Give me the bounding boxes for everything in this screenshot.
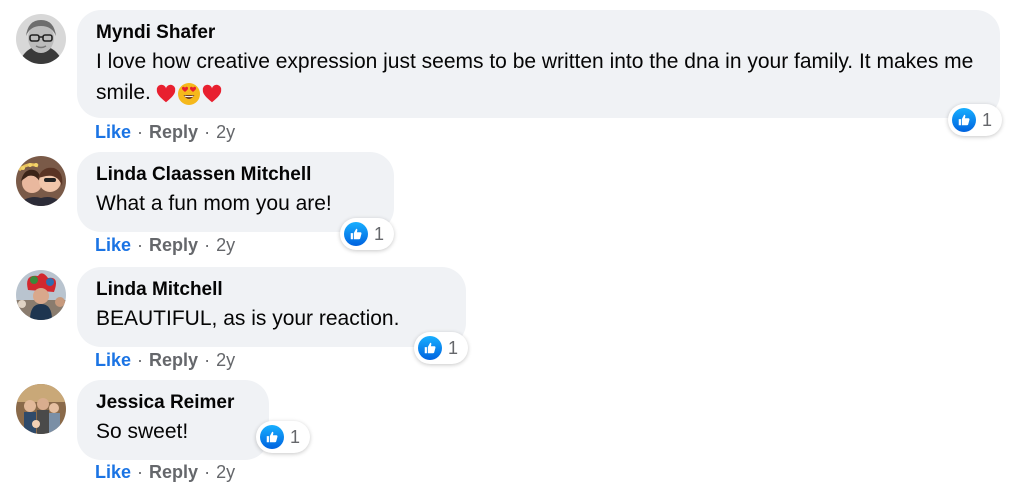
like-icon	[418, 336, 442, 360]
separator-dot: ·	[137, 462, 144, 482]
comment-author[interactable]: Linda Mitchell	[96, 277, 447, 303]
reaction-count[interactable]: 1	[414, 332, 469, 364]
separator-dot: ·	[137, 122, 144, 142]
comment-author[interactable]: Jessica Reimer	[96, 390, 250, 416]
comment-actions: Like · Reply · 2y	[95, 121, 235, 143]
comment-text: What a fun mom you are!	[96, 192, 332, 215]
separator-dot: ·	[204, 235, 211, 255]
comment-text: So sweet!	[96, 420, 189, 443]
avatar[interactable]	[16, 270, 66, 320]
separator-dot: ·	[204, 122, 211, 142]
comment-bubble: Jessica Reimer So sweet!	[77, 380, 269, 460]
reply-button[interactable]: Reply	[149, 349, 198, 371]
heart-eyes-face-icon	[177, 83, 200, 106]
like-button[interactable]: Like	[95, 234, 131, 256]
red-heart-icon	[156, 85, 176, 103]
like-button[interactable]: Like	[95, 349, 131, 371]
avatar[interactable]	[16, 384, 66, 434]
reaction-count-number: 1	[982, 109, 993, 130]
comment-author[interactable]: Linda Claassen Mitchell	[96, 162, 375, 188]
like-button[interactable]: Like	[95, 121, 131, 143]
reaction-count-number: 1	[448, 337, 459, 358]
comment-timestamp[interactable]: 2y	[216, 461, 235, 483]
comment-timestamp[interactable]: 2y	[216, 121, 235, 143]
separator-dot: ·	[137, 350, 144, 370]
separator-dot: ·	[204, 350, 211, 370]
reaction-count[interactable]: 1	[948, 104, 1003, 136]
comment-text: BEAUTIFUL, as is your reaction.	[96, 307, 400, 330]
emoji-group	[155, 78, 223, 109]
comment-timestamp[interactable]: 2y	[216, 349, 235, 371]
comment-actions: Like · Reply · 2y	[95, 349, 235, 371]
comment-text: I love how creative expression just seem…	[96, 46, 981, 109]
comment-bubble: Myndi Shafer I love how creative express…	[77, 10, 1000, 118]
comment-bubble: Linda Mitchell BEAUTIFUL, as is your rea…	[77, 267, 466, 347]
red-heart-icon	[202, 85, 222, 103]
like-button[interactable]: Like	[95, 461, 131, 483]
reaction-count-number: 1	[374, 223, 385, 244]
avatar[interactable]	[16, 156, 66, 206]
reply-button[interactable]: Reply	[149, 234, 198, 256]
comment-text-body: I love how creative expression just seem…	[96, 50, 980, 104]
reply-button[interactable]: Reply	[149, 461, 198, 483]
comment-timestamp[interactable]: 2y	[216, 234, 235, 256]
like-icon	[952, 108, 976, 132]
reaction-count[interactable]: 1	[340, 218, 395, 250]
reaction-count[interactable]: 1	[256, 421, 311, 453]
separator-dot: ·	[204, 462, 211, 482]
like-icon	[344, 222, 368, 246]
reply-button[interactable]: Reply	[149, 121, 198, 143]
separator-dot: ·	[137, 235, 144, 255]
comment-author[interactable]: Myndi Shafer	[96, 20, 981, 46]
comment-actions: Like · Reply · 2y	[95, 461, 235, 483]
like-icon	[260, 425, 284, 449]
comment-actions: Like · Reply · 2y	[95, 234, 235, 256]
avatar[interactable]	[16, 14, 66, 64]
reaction-count-number: 1	[290, 426, 301, 447]
